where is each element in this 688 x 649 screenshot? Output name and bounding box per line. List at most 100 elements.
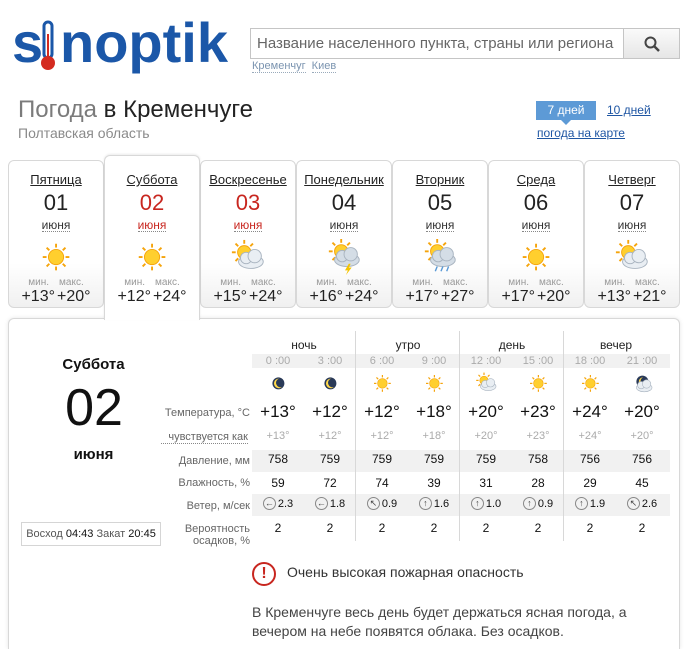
wind-direction-icon: ↑ (522, 497, 536, 510)
max-label: макс. (251, 277, 276, 288)
weather-description: В Кременчуге весь день будет держаться я… (252, 604, 627, 639)
max-temp: +24° (153, 288, 187, 305)
max-temp: +24° (345, 288, 379, 305)
cloud-sun-icon (201, 238, 295, 276)
detail-date: 02 (65, 379, 123, 437)
min-temp: +17° (501, 288, 535, 305)
hour-humidity: 45 (635, 476, 649, 490)
quick-link[interactable]: Киев (311, 60, 337, 73)
hour-feels-like: +12° (318, 430, 342, 442)
day-tab[interactable]: Суббота 02 июня мин. макс. +12° +24° (104, 155, 200, 320)
day-month: июня (233, 218, 263, 232)
hour-pressure: 758 (267, 452, 289, 466)
row-label-temperature: Температура, °C (164, 407, 250, 419)
day-month: июня (425, 218, 455, 232)
wind-direction-icon: ↑ (574, 497, 588, 510)
page-title: Погода в Кременчуге (18, 96, 253, 124)
hour-pressure: 759 (475, 452, 497, 466)
min-temp: +16° (309, 288, 343, 305)
day-tab[interactable]: Вторник 05 июня мин. макс. +17° +27° (392, 160, 488, 308)
detail-day-name: Суббота (62, 356, 125, 373)
sun-icon (9, 238, 103, 276)
day-date: 01 (43, 190, 69, 215)
quick-links: Кременчуг Киев (252, 60, 342, 73)
map-link[interactable]: погода на карте (537, 126, 625, 140)
sun-icon (408, 372, 460, 400)
hour-feels-like: +18° (422, 430, 446, 442)
hour-pressure: 759 (319, 452, 341, 466)
hour-label: 0 :00 (265, 355, 291, 367)
day-date: 05 (427, 190, 453, 215)
search-input[interactable] (251, 29, 626, 58)
sunset-label: Закат (96, 528, 126, 540)
min-label: мин. (316, 277, 338, 288)
svg-text:s: s (12, 11, 43, 74)
day-name: Пятница (30, 172, 82, 187)
hour-humidity: 39 (427, 476, 441, 490)
hour-humidity: 59 (271, 476, 285, 490)
row-label-feels-like[interactable]: чувствуется как (161, 431, 248, 444)
day-tab[interactable]: Пятница 01 июня мин. макс. +13° +20° (8, 160, 104, 308)
hour-wind: ↑ 0.9 (512, 497, 564, 510)
hour-wind: ↑ 1.9 (564, 497, 616, 510)
site-logo[interactable]: s noptik (12, 8, 242, 78)
period-evening: вечер (599, 338, 633, 352)
cloud-moon-icon (616, 372, 668, 400)
hour-pressure: 756 (631, 452, 653, 466)
search-button[interactable] (623, 29, 679, 58)
hour-humidity: 28 (531, 476, 545, 490)
hour-precip: 2 (638, 521, 646, 535)
tab-10-days[interactable]: 10 дней (607, 103, 651, 117)
day-tab[interactable]: Среда 06 июня мин. макс. +17° +20° (488, 160, 584, 308)
hour-temp: +18° (416, 402, 452, 421)
hour-feels-like: +12° (370, 430, 394, 442)
hour-wind: ↑ 1.6 (408, 497, 460, 510)
sun-icon (512, 372, 564, 400)
row-label-pressure: Давление, мм (178, 455, 250, 467)
min-label: мин. (604, 277, 626, 288)
hour-precip: 2 (274, 521, 282, 535)
wind-direction-icon: ↖ (366, 497, 380, 510)
hour-feels-like: +23° (526, 430, 550, 442)
svg-text:noptik: noptik (60, 11, 229, 74)
wind-speed: 0.9 (537, 497, 554, 510)
hour-precip: 2 (482, 521, 490, 535)
max-label: макс. (347, 277, 372, 288)
moon-icon (304, 372, 356, 400)
warning-icon: ! (252, 562, 276, 586)
hour-wind: ← 2.3 (252, 497, 304, 510)
quick-link[interactable]: Кременчуг (252, 60, 306, 73)
max-temp: +27° (441, 288, 475, 305)
hour-humidity: 74 (375, 476, 389, 490)
region-label: Полтавская область (18, 125, 150, 141)
row-label-wind: Ветер, м/сек (186, 500, 250, 512)
tab-7-days[interactable]: 7 дней (536, 101, 596, 125)
day-tab[interactable]: Воскресенье 03 июня мин. макс. +15° +24° (200, 160, 296, 308)
sun-icon (356, 372, 408, 400)
max-label: макс. (59, 277, 84, 288)
moon-icon (252, 372, 304, 400)
day-month: июня (41, 218, 71, 232)
min-label: мин. (28, 277, 50, 288)
hour-pressure: 756 (579, 452, 601, 466)
sun-icon (564, 372, 616, 400)
hour-temp: +20° (624, 402, 660, 421)
day-tab[interactable]: Четверг 07 июня мин. макс. +13° +21° (584, 160, 680, 308)
hour-label: 21 :00 (626, 355, 658, 367)
max-temp: +20° (537, 288, 571, 305)
hour-feels-like: +13° (266, 430, 290, 442)
hour-wind: ↖ 2.6 (616, 497, 668, 510)
day-name: Вторник (415, 172, 465, 187)
day-date: 07 (619, 190, 645, 215)
hour-label: 9 :00 (421, 355, 447, 367)
hour-pressure: 758 (527, 452, 549, 466)
day-tab[interactable]: Понедельник 04 июня мин. макс. +16° +24° (296, 160, 392, 308)
wind-speed: 0.9 (381, 497, 398, 510)
max-label: макс. (443, 277, 468, 288)
hour-label: 12 :00 (470, 355, 502, 367)
period-morning: утро (395, 338, 421, 352)
wind-direction-icon: ↖ (626, 497, 640, 510)
hour-temp: +12° (364, 402, 400, 421)
day-name: Четверг (608, 172, 656, 187)
min-temp: +12° (117, 288, 151, 305)
